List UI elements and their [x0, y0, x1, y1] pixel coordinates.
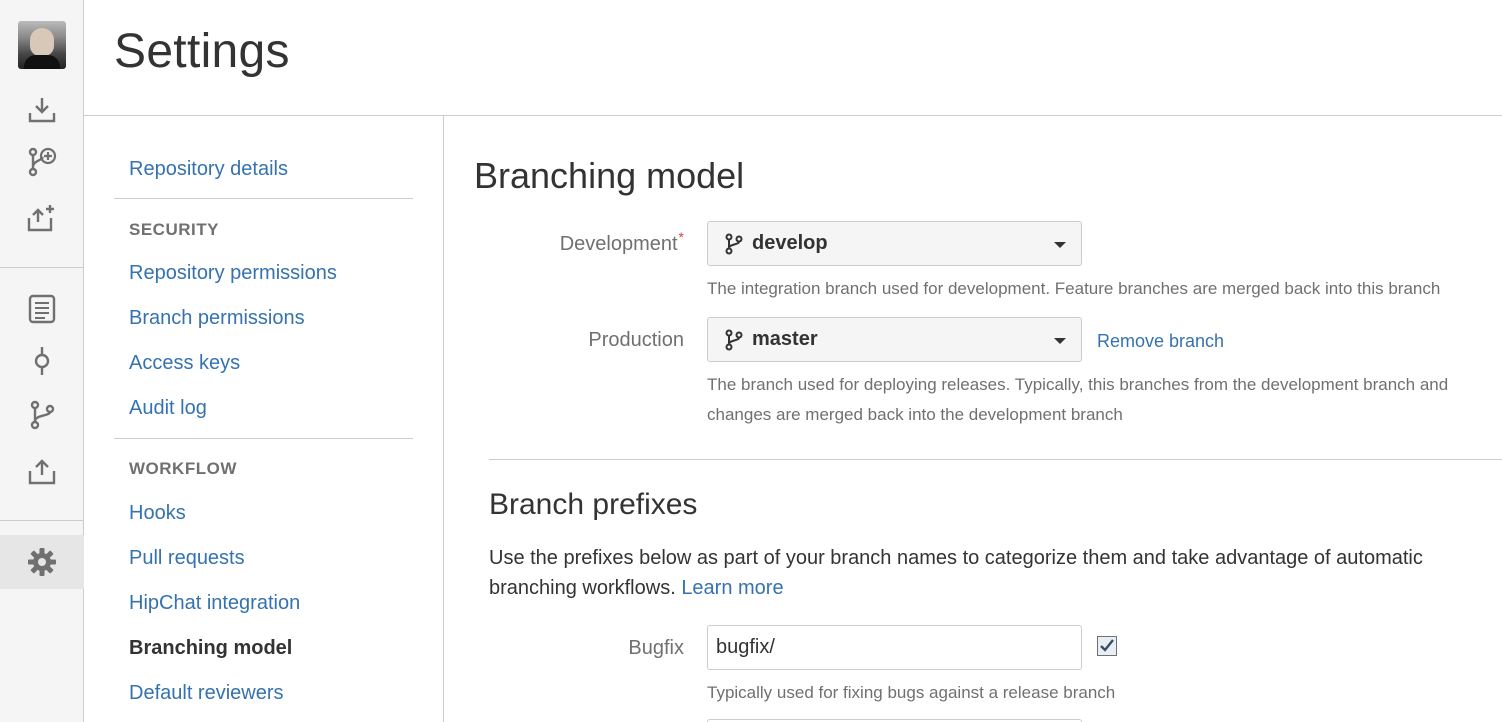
source-icon[interactable] — [24, 291, 60, 327]
development-label: Development* — [484, 229, 684, 256]
production-branch-value: master — [752, 328, 818, 350]
nav-audit-log[interactable]: Audit log — [129, 397, 207, 420]
page-title: Settings — [114, 25, 290, 78]
rail-divider — [0, 520, 84, 521]
branch-icon — [724, 233, 744, 255]
prefixes-intro-line1: Use the prefixes below as part of your b… — [489, 547, 1423, 569]
nav-pull-requests[interactable]: Pull requests — [129, 547, 245, 570]
create-branch-icon[interactable] — [24, 144, 60, 180]
branch-icon — [724, 329, 744, 351]
nav-branching-model[interactable]: Branching model — [129, 637, 292, 660]
chevron-down-icon — [1054, 338, 1066, 344]
branches-icon[interactable] — [24, 397, 60, 433]
bugfix-enabled-checkbox[interactable] — [1097, 636, 1117, 656]
learn-more-link[interactable]: Learn more — [681, 577, 783, 599]
nav-access-keys[interactable]: Access keys — [129, 352, 240, 375]
nav-hipchat-integration[interactable]: HipChat integration — [129, 592, 300, 615]
bugfix-label: Bugfix — [628, 637, 684, 659]
create-fork-icon[interactable] — [24, 200, 60, 236]
nav-divider — [114, 438, 413, 439]
nav-repository-details[interactable]: Repository details — [129, 158, 288, 181]
required-mark: * — [678, 229, 684, 245]
section-title-branching-model: Branching model — [474, 155, 745, 196]
nav-hooks[interactable]: Hooks — [129, 502, 186, 525]
commits-icon[interactable] — [24, 343, 60, 379]
avatar[interactable] — [18, 21, 66, 69]
nav-default-reviewers[interactable]: Default reviewers — [129, 682, 284, 705]
production-branch-select[interactable]: master — [707, 317, 1082, 362]
nav-group-security: SECURITY — [129, 220, 219, 239]
prefixes-intro-line2: branching workflows. — [489, 577, 676, 599]
download-icon[interactable] — [24, 92, 60, 128]
nav-divider — [114, 198, 413, 199]
nav-group-workflow: WORKFLOW — [129, 459, 237, 478]
section-divider — [489, 459, 1502, 460]
development-description: The integration branch used for developm… — [707, 279, 1441, 298]
bugfix-prefix-input[interactable] — [707, 625, 1082, 670]
app-sidebar — [0, 0, 84, 722]
settings-icon[interactable] — [24, 544, 60, 580]
production-description-line2: changes are merged back into the develop… — [707, 405, 1123, 424]
development-branch-value: develop — [752, 232, 828, 254]
pull-request-icon[interactable] — [24, 453, 60, 489]
remove-branch-link[interactable]: Remove branch — [1097, 331, 1224, 352]
nav-repository-permissions[interactable]: Repository permissions — [129, 262, 337, 285]
development-branch-select[interactable]: develop — [707, 221, 1082, 266]
production-label: Production — [588, 329, 684, 351]
production-description-line1: The branch used for deploying releases. … — [707, 375, 1449, 394]
settings-nav: Repository details SECURITY Repository p… — [84, 116, 444, 722]
bugfix-description: Typically used for fixing bugs against a… — [707, 683, 1116, 702]
rail-divider — [0, 267, 84, 268]
checkmark-icon — [1100, 639, 1114, 652]
chevron-down-icon — [1054, 242, 1066, 248]
prefixes-intro-line2-wrap: branching workflows. Learn more — [489, 573, 1489, 603]
prefixes-intro: Use the prefixes below as part of your b… — [489, 543, 1489, 603]
section-title-branch-prefixes: Branch prefixes — [489, 488, 698, 521]
nav-branch-permissions[interactable]: Branch permissions — [129, 307, 305, 330]
development-label-text: Development — [559, 233, 678, 255]
